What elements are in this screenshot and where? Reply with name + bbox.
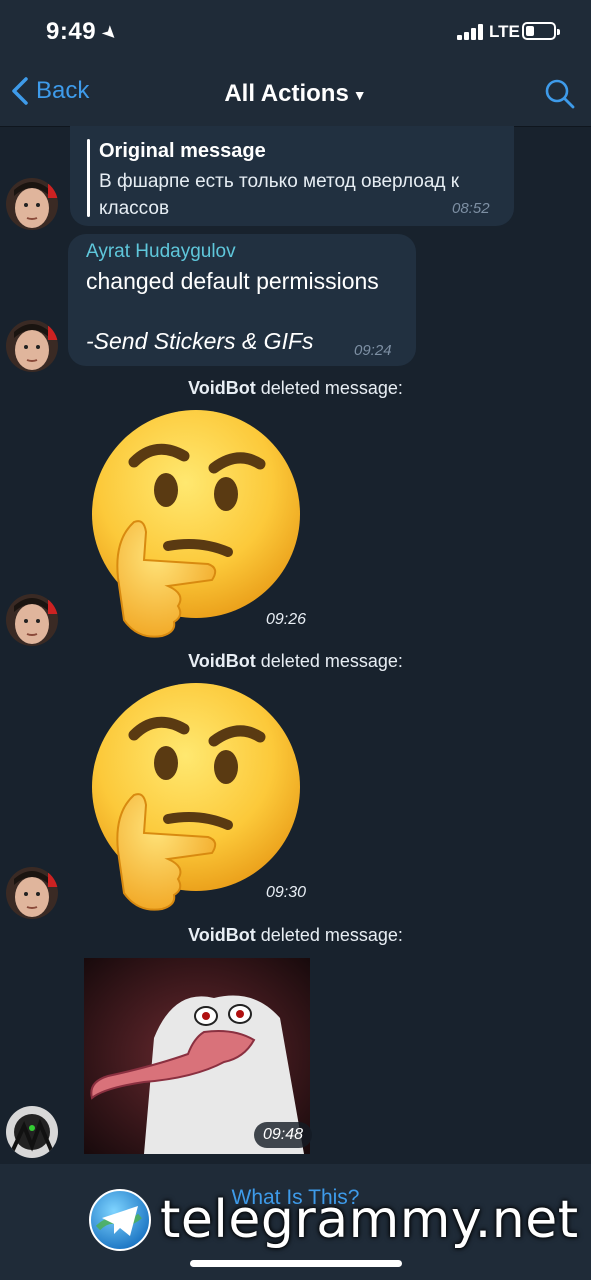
status-time-text: 9:49 xyxy=(46,18,97,45)
thinking-face-icon[interactable] xyxy=(88,410,304,640)
status-bar: 9:49➤ LTE xyxy=(0,0,591,62)
avatar[interactable] xyxy=(6,867,58,919)
message-time: 09:26 xyxy=(266,611,307,628)
signal-icon xyxy=(457,24,483,40)
service-message: VoidBot deleted message: xyxy=(0,378,591,399)
message-detail: -Send Stickers & GIFs xyxy=(86,328,314,354)
navigation-bar: Back All Actions ▼ xyxy=(0,62,591,127)
service-action: deleted message: xyxy=(255,925,403,945)
reply-text: В фшарпе есть только метод оверлоад к кл… xyxy=(99,171,460,219)
home-indicator[interactable] xyxy=(190,1260,402,1267)
service-action: deleted message: xyxy=(255,651,403,671)
message-time: 09:48 xyxy=(254,1122,312,1148)
network-type: LTE xyxy=(489,22,520,41)
message-time: 09:24 xyxy=(354,342,392,359)
nav-title: All Actions xyxy=(224,80,349,107)
status-time: 9:49➤ xyxy=(46,18,123,46)
service-action: deleted message: xyxy=(255,378,403,398)
reply-quote-bar xyxy=(87,139,90,217)
message-time: 09:30 xyxy=(266,884,307,901)
avatar[interactable] xyxy=(6,1106,58,1158)
message-text: changed default permissions xyxy=(86,268,379,294)
thinking-face-icon[interactable] xyxy=(88,683,304,913)
sender-name[interactable]: Ayrat Hudaygulov xyxy=(86,241,236,263)
search-icon[interactable] xyxy=(544,78,576,110)
actor-name[interactable]: VoidBot xyxy=(188,651,256,671)
watermark-text: telegrammy.net xyxy=(160,1190,579,1250)
caret-down-icon: ▼ xyxy=(352,86,367,103)
reply-title: Original message xyxy=(99,140,266,162)
actor-name[interactable]: VoidBot xyxy=(188,378,256,398)
message-time: 08:52 xyxy=(452,200,490,217)
battery-icon xyxy=(522,22,560,40)
service-message: VoidBot deleted message: xyxy=(0,651,591,672)
actions-filter-dropdown[interactable]: All Actions ▼ xyxy=(0,80,591,108)
service-message: VoidBot deleted message: xyxy=(0,925,591,946)
avatar[interactable] xyxy=(6,178,58,230)
avatar[interactable] xyxy=(6,594,58,646)
telegram-logo-icon xyxy=(89,1189,151,1251)
avatar[interactable] xyxy=(6,320,58,372)
location-arrow-icon: ➤ xyxy=(97,20,123,46)
actor-name[interactable]: VoidBot xyxy=(188,925,256,945)
